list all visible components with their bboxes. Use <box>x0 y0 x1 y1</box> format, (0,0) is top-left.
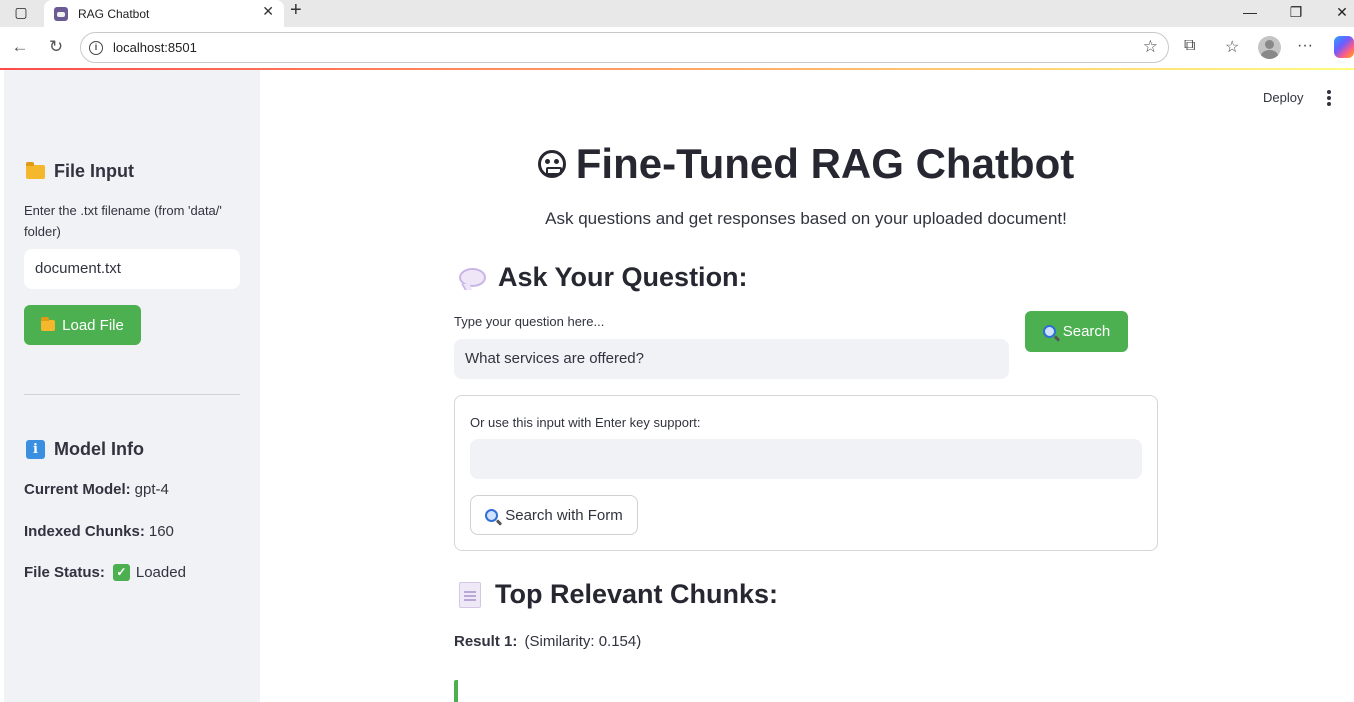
back-icon[interactable]: ← <box>10 35 30 59</box>
file-status-stat: File Status: ✓ Loaded <box>24 564 186 581</box>
model-info-heading: i Model Info <box>26 439 144 460</box>
reload-icon[interactable]: ↻ <box>46 35 66 59</box>
site-info-icon[interactable]: i <box>89 40 103 55</box>
search-icon <box>1042 325 1056 338</box>
address-bar-row: ← ↻ i localhost:8501 ☆ ⧉ ☆ ··· <box>0 27 1354 68</box>
folder-icon <box>41 316 56 331</box>
sidebar-divider <box>24 394 240 395</box>
search-with-form-label: Search with Form <box>505 506 623 524</box>
bot-icon <box>537 150 566 178</box>
speech-bubble-icon <box>459 268 486 287</box>
result-item: Result 1: (Similarity: 0.154) <box>454 633 641 650</box>
file-input-heading: File Input <box>26 161 134 182</box>
load-file-button[interactable]: Load File <box>24 305 141 345</box>
search-with-form-button[interactable]: Search with Form <box>470 495 638 535</box>
kebab-menu-icon[interactable] <box>1327 90 1333 106</box>
model-info-heading-text: Model Info <box>54 439 144 459</box>
result-chunk-card <box>454 680 458 702</box>
chunks-heading-text: Top Relevant Chunks: <box>495 579 779 609</box>
deploy-button[interactable]: Deploy <box>1263 90 1303 105</box>
search-button[interactable]: Search <box>1025 311 1128 352</box>
extensions-icon[interactable]: ⧉ <box>1184 37 1195 55</box>
search-form: Or use this input with Enter key support… <box>454 395 1158 551</box>
chunks-heading: Top Relevant Chunks: <box>459 579 778 610</box>
star-icon[interactable]: ☆ <box>1143 37 1158 57</box>
indexed-chunks-label: Indexed Chunks: <box>24 523 145 540</box>
page-subtitle: Ask questions and get responses based on… <box>545 209 1067 228</box>
profile-avatar[interactable] <box>1258 36 1281 59</box>
sidebar: File Input Enter the .txt filename (from… <box>4 70 260 702</box>
browser-tab[interactable]: RAG Chatbot ✕ <box>44 0 284 27</box>
minimize-icon[interactable]: — <box>1240 0 1260 24</box>
folder-icon <box>26 161 45 179</box>
favorites-icon[interactable]: ☆ <box>1225 37 1239 57</box>
restore-icon[interactable]: ❐ <box>1286 0 1306 24</box>
ask-heading: Ask Your Question: <box>459 262 748 293</box>
window-icon[interactable]: ▢ <box>12 0 30 24</box>
current-model-stat: Current Model: gpt-4 <box>24 481 169 498</box>
question-label: Type your question here... <box>454 314 605 329</box>
more-icon[interactable]: ··· <box>1297 37 1313 55</box>
page-title-text: Fine-Tuned RAG Chatbot <box>575 140 1075 187</box>
close-icon[interactable]: ✕ <box>262 3 274 20</box>
file-input-heading-text: File Input <box>54 161 134 181</box>
result-label: Result 1: <box>454 633 518 650</box>
copilot-icon[interactable] <box>1334 36 1354 58</box>
current-model-value: gpt-4 <box>134 481 169 498</box>
form-search-input[interactable] <box>470 439 1142 479</box>
form-input-label: Or use this input with Enter key support… <box>470 415 701 430</box>
filename-input[interactable]: document.txt <box>24 249 240 289</box>
load-file-button-label: Load File <box>62 316 124 334</box>
browser-tab-bar: ▢ RAG Chatbot ✕ + — ❐ ✕ <box>0 0 1354 27</box>
file-status-label: File Status: <box>24 564 105 581</box>
current-model-label: Current Model: <box>24 481 131 498</box>
result-similarity: (Similarity: 0.154) <box>524 633 642 650</box>
tab-title: RAG Chatbot <box>78 6 150 21</box>
document-icon <box>459 581 481 608</box>
page-title: Fine-Tuned RAG Chatbot <box>454 140 1158 188</box>
search-button-label: Search <box>1062 323 1111 340</box>
window-close-icon[interactable]: ✕ <box>1332 0 1352 24</box>
info-icon: i <box>26 440 45 459</box>
file-status-value: Loaded <box>135 564 186 581</box>
ask-heading-text: Ask Your Question: <box>498 262 748 292</box>
url-text[interactable]: localhost:8501 <box>113 40 197 55</box>
plus-icon[interactable]: + <box>290 0 302 22</box>
search-icon <box>485 508 499 522</box>
tab-favicon <box>54 6 68 21</box>
address-bar[interactable]: i localhost:8501 ☆ <box>80 32 1169 63</box>
filename-label: Enter the .txt filename (from 'data/' fo… <box>24 203 222 239</box>
check-icon: ✓ <box>112 564 130 581</box>
indexed-chunks-stat: Indexed Chunks: 160 <box>24 523 174 540</box>
question-input[interactable]: What services are offered? <box>454 339 1009 379</box>
indexed-chunks-value: 160 <box>148 523 174 540</box>
